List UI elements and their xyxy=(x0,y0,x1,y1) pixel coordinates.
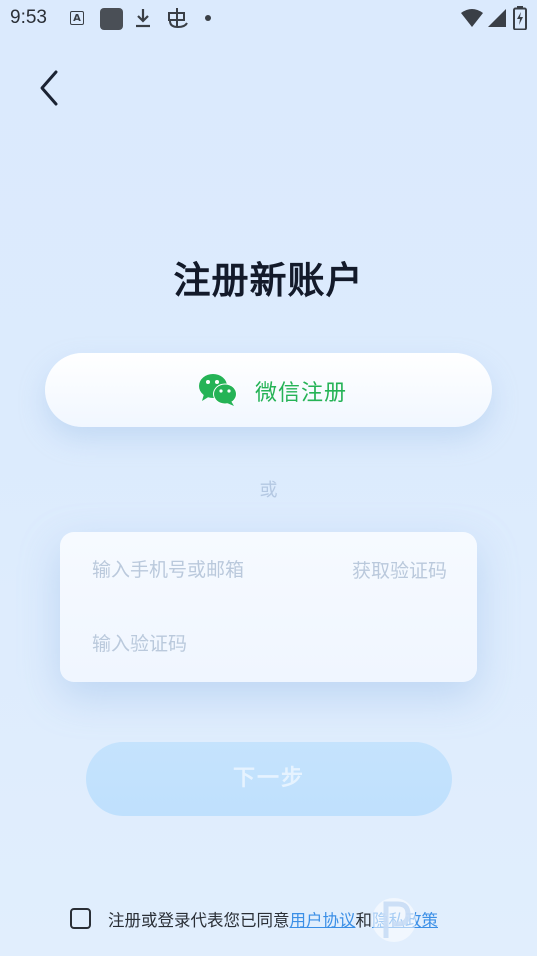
agreement-checkbox[interactable] xyxy=(70,908,91,929)
wifi-icon xyxy=(460,8,484,32)
watermark-logo xyxy=(368,890,537,956)
get-code-button[interactable]: 获取验证码 xyxy=(352,556,447,583)
watermark-p-icon xyxy=(372,898,416,942)
user-agreement-link[interactable]: 用户协议 xyxy=(290,911,356,930)
next-button[interactable]: 下一步 xyxy=(86,742,452,816)
back-button[interactable] xyxy=(30,66,70,110)
wechat-register-button[interactable]: 微信注册 xyxy=(45,353,492,427)
page-title: 注册新账户 xyxy=(173,259,364,302)
phone-email-input[interactable] xyxy=(92,552,332,588)
wechat-icon xyxy=(198,372,238,412)
battery-charging-icon xyxy=(513,6,527,34)
status-time: 9:53 xyxy=(10,7,47,28)
wechat-register-label: 微信注册 xyxy=(255,381,348,406)
or-divider: 或 xyxy=(259,480,278,501)
a-badge-icon: A xyxy=(70,11,84,25)
chevron-left-icon xyxy=(40,70,58,106)
status-bar: 9:53 A xyxy=(0,0,537,36)
register-form-card: 获取验证码 xyxy=(60,532,477,682)
download-icon xyxy=(134,7,152,33)
square-app-icon xyxy=(100,8,123,30)
agreement-prefix: 注册或登录代表您已同意 xyxy=(108,911,290,930)
verification-code-input[interactable] xyxy=(92,626,422,662)
dot-icon xyxy=(205,15,211,21)
signal-icon xyxy=(487,8,507,32)
bug-icon xyxy=(165,6,189,34)
